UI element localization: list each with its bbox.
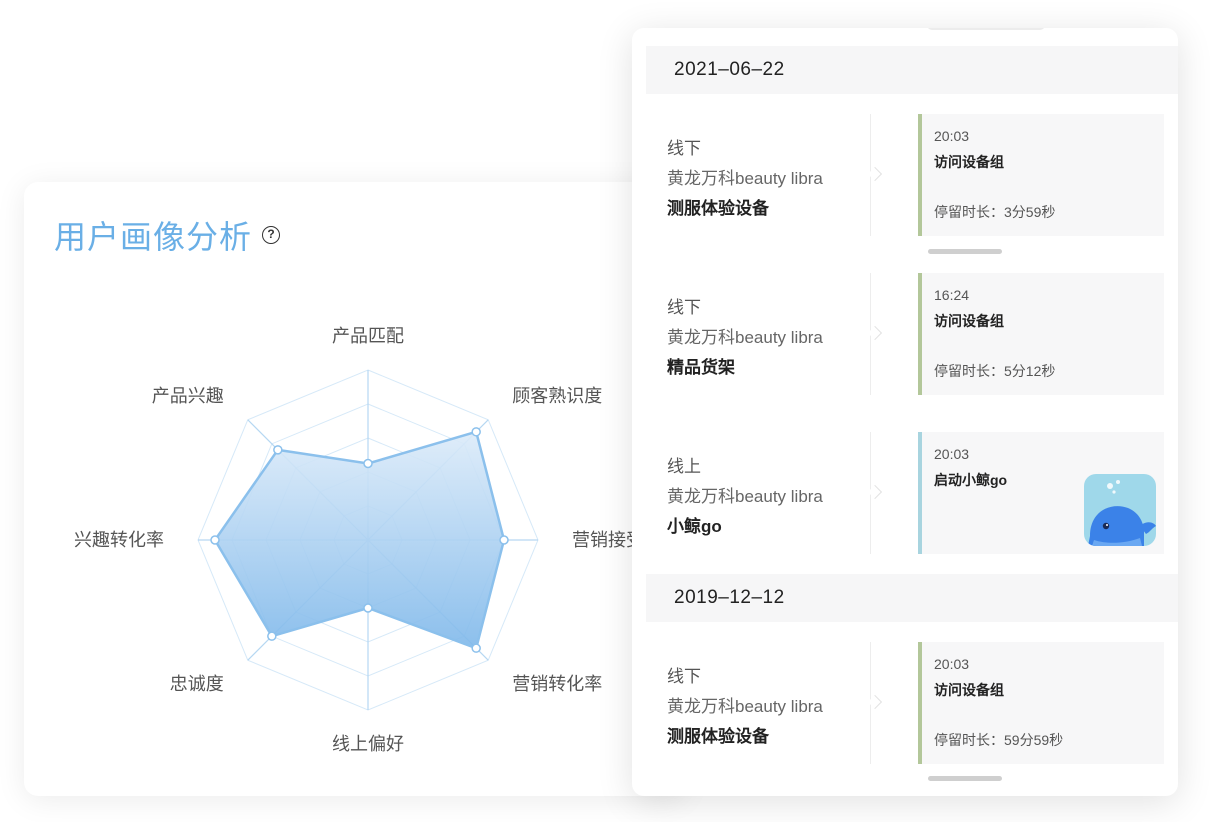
- entry-store: 黄龙万科beauty libra: [667, 328, 823, 347]
- entry-device: 小鲸go: [667, 517, 722, 536]
- entry-location: 线上 黄龙万科beauty libra 小鲸go: [667, 452, 823, 542]
- radar-axis-label: 顾客熟识度: [512, 386, 602, 406]
- scroll-handle[interactable]: [928, 776, 1002, 781]
- entry-detail-box[interactable]: 16:24 访问设备组 停留时长：5分12秒: [918, 273, 1164, 395]
- radar-axis-label: 忠诚度: [170, 674, 224, 694]
- entry-device: 测服体验设备: [667, 727, 769, 746]
- entry-time: 20:03: [934, 128, 970, 144]
- radar-axis-label: 兴趣转化率: [74, 530, 164, 550]
- entry-stay-duration: 停留时长：3分59秒: [934, 204, 1056, 220]
- radar-axis-label: 线上偏好: [332, 734, 404, 754]
- entry-time: 20:03: [934, 446, 970, 462]
- radar-data-point: [499, 535, 509, 545]
- radar-axis-label: 营销转化率: [512, 674, 602, 694]
- entry-device: 精品货架: [667, 358, 735, 377]
- scroll-handle[interactable]: [928, 249, 1002, 254]
- top-scroll-pill: [927, 28, 1045, 30]
- entry-channel: 线下: [667, 298, 701, 317]
- entry-channel: 线下: [667, 139, 701, 158]
- entry-location: 线下 黄龙万科beauty libra 测服体验设备: [667, 134, 823, 224]
- entry-store: 黄龙万科beauty libra: [667, 697, 823, 716]
- timeline-entry[interactable]: 线下 黄龙万科beauty libra 测服体验设备 20:03 访问设备组 停…: [646, 114, 1164, 236]
- entry-action: 访问设备组: [934, 313, 1004, 329]
- entry-time: 16:24: [934, 287, 970, 303]
- timeline-entry[interactable]: 线上 黄龙万科beauty libra 小鲸go 20:03 启动小鲸go: [646, 432, 1164, 554]
- visit-timeline-card: 2021–06–22 线下 黄龙万科beauty libra 测服体验设备 20…: [632, 28, 1178, 796]
- radar-data-point: [471, 643, 481, 653]
- entry-time: 20:03: [934, 656, 970, 672]
- entry-detail-box[interactable]: 20:03 访问设备组 停留时长：59分59秒: [918, 642, 1164, 764]
- entry-device: 测服体验设备: [667, 199, 769, 218]
- entry-location: 线下 黄龙万科beauty libra 精品货架: [667, 293, 823, 383]
- entry-action: 访问设备组: [934, 154, 1004, 170]
- entry-location: 线下 黄龙万科beauty libra 测服体验设备: [667, 662, 823, 752]
- radar-chart: 产品匹配顾客熟识度营销接受营销转化率线上偏好忠诚度兴趣转化率产品兴趣: [74, 326, 644, 754]
- entry-action: 访问设备组: [934, 682, 1004, 698]
- entry-store: 黄龙万科beauty libra: [667, 487, 823, 506]
- entry-detail-box[interactable]: 20:03 启动小鲸go: [918, 432, 1164, 554]
- radar-data-area: [213, 430, 506, 650]
- user-profile-radar-card: 用户画像分析 ? 产品匹配 顾客熟识度 营销接受 营销转化率 线上偏好 忠诚度 兴趣转化率产…: [24, 182, 684, 796]
- radar-data-point: [210, 535, 220, 545]
- date-header: 2021–06–22: [646, 46, 1178, 94]
- radar-data-point: [363, 603, 373, 613]
- radar-data-point: [471, 427, 481, 437]
- radar-data-point: [363, 458, 373, 469]
- radar-data-point: [273, 445, 283, 455]
- timeline-entry[interactable]: 线下 黄龙万科beauty libra 精品货架 16:24 访问设备组 停留时…: [646, 273, 1164, 395]
- timeline-entry[interactable]: 线下 黄龙万科beauty libra 测服体验设备 20:03 访问设备组 停…: [646, 642, 1164, 764]
- entry-stay-duration: 停留时长：5分12秒: [934, 363, 1056, 379]
- entry-channel: 线上: [667, 457, 701, 476]
- entry-channel: 线下: [667, 667, 701, 686]
- entry-detail-box[interactable]: 20:03 访问设备组 停留时长：3分59秒: [918, 114, 1164, 236]
- entry-store: 黄龙万科beauty libra: [667, 169, 823, 188]
- radar-data-point: [267, 631, 277, 641]
- whale-app-icon: [1084, 474, 1156, 546]
- radar-axis-label: 产品匹配: [332, 326, 404, 346]
- entry-stay-duration: 停留时长：59分59秒: [934, 732, 1064, 748]
- radar-axis-label: 产品兴趣: [152, 386, 224, 406]
- date-header: 2019–12–12: [646, 574, 1178, 622]
